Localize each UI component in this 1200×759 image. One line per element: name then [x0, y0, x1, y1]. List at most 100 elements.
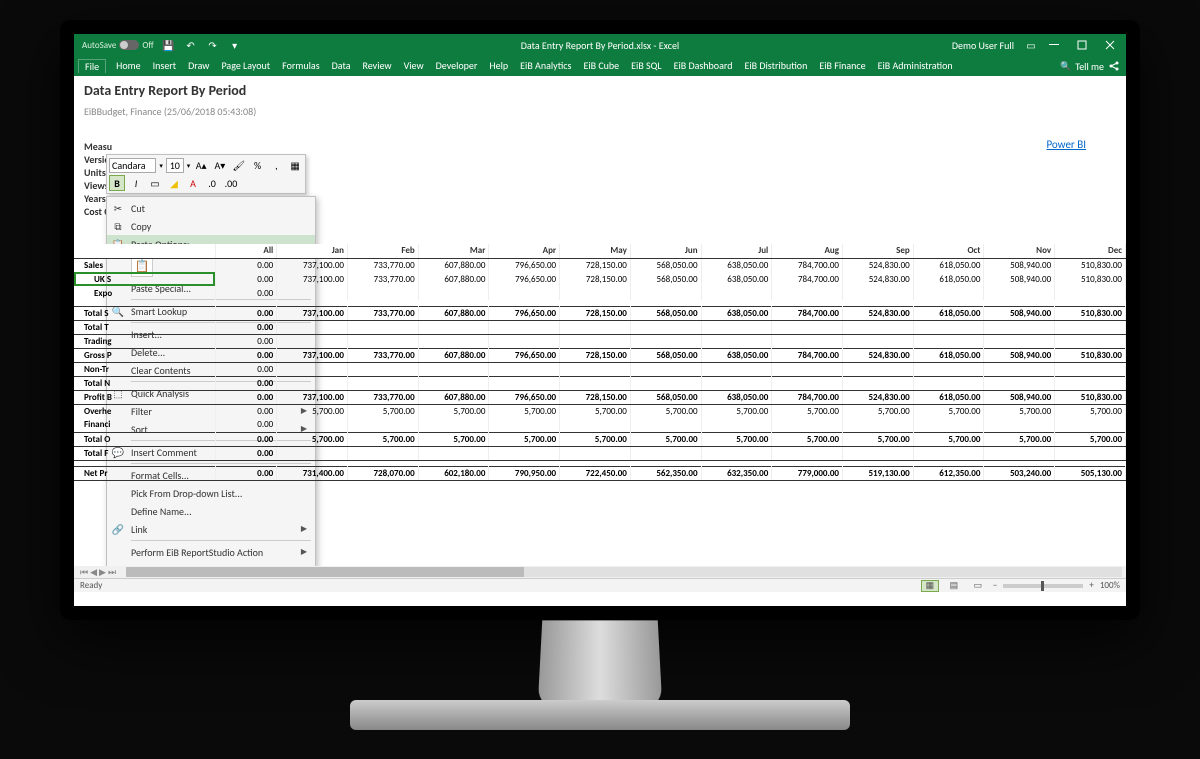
data-cell[interactable]: 737,100.00 — [277, 306, 348, 320]
data-cell[interactable] — [277, 418, 348, 432]
data-cell[interactable]: 733,770.00 — [347, 348, 418, 362]
menu-item-copy[interactable]: ⧉Copy — [107, 217, 315, 235]
data-cell[interactable]: 5,700.00 — [277, 404, 348, 418]
horizontal-scrollbar[interactable] — [126, 567, 1122, 577]
data-cell[interactable] — [913, 446, 984, 460]
data-cell[interactable]: 5,700.00 — [701, 432, 772, 446]
data-cell[interactable] — [630, 286, 701, 300]
data-cell[interactable]: 503,240.00 — [984, 466, 1055, 480]
data-cell[interactable]: 568,050.00 — [630, 258, 701, 272]
ribbon-tab-data[interactable]: Data — [326, 59, 357, 72]
data-cell[interactable] — [277, 286, 348, 300]
data-cell[interactable]: 5,700.00 — [347, 404, 418, 418]
data-cell[interactable] — [489, 286, 560, 300]
data-cell[interactable]: 607,880.00 — [418, 272, 489, 286]
data-cell[interactable] — [630, 446, 701, 460]
data-cell[interactable]: 0.00 — [215, 334, 276, 348]
data-cell[interactable] — [701, 446, 772, 460]
data-cell[interactable]: 568,050.00 — [630, 390, 701, 404]
ribbon-tab-eib-administration[interactable]: EiB Administration — [872, 59, 959, 72]
data-cell[interactable]: 5,700.00 — [843, 404, 914, 418]
data-cell[interactable] — [418, 446, 489, 460]
data-cell[interactable]: 508,940.00 — [984, 390, 1055, 404]
data-cell[interactable] — [560, 286, 631, 300]
data-cell[interactable]: 5,700.00 — [772, 404, 843, 418]
sheet-nav-prev-icon[interactable]: ◀ — [90, 567, 97, 578]
data-cell[interactable]: 0.00 — [215, 404, 276, 418]
font-color-icon[interactable]: A — [185, 175, 201, 191]
ribbon-tab-eib-cube[interactable]: EiB Cube — [577, 59, 625, 72]
data-cell[interactable]: 0.00 — [215, 418, 276, 432]
data-cell[interactable] — [418, 334, 489, 348]
data-cell[interactable] — [418, 362, 489, 376]
data-cell[interactable]: 510,830.00 — [1055, 272, 1126, 286]
data-cell[interactable] — [1055, 362, 1126, 376]
autosave-toggle[interactable]: AutoSave Off — [82, 40, 154, 51]
data-cell[interactable]: 784,700.00 — [772, 306, 843, 320]
zoom-in-button[interactable]: + — [1089, 580, 1093, 591]
qat-more-icon[interactable]: ▾ — [228, 38, 242, 52]
ribbon-tab-eib-finance[interactable]: EiB Finance — [813, 59, 871, 72]
zoom-slider[interactable] — [1003, 584, 1083, 588]
data-cell[interactable]: 5,700.00 — [984, 404, 1055, 418]
data-cell[interactable]: 796,650.00 — [489, 348, 560, 362]
data-cell[interactable]: 0.00 — [215, 286, 276, 300]
sheet-nav-first-icon[interactable]: ⏮ — [80, 567, 88, 578]
data-cell[interactable]: 510,830.00 — [1055, 306, 1126, 320]
data-cell[interactable]: 784,700.00 — [772, 348, 843, 362]
data-cell[interactable]: 5,700.00 — [560, 432, 631, 446]
data-cell[interactable]: 0.00 — [215, 272, 276, 286]
data-cell[interactable]: 0.00 — [215, 348, 276, 362]
page-break-view-button[interactable]: ▭ — [969, 580, 987, 592]
data-cell[interactable]: 796,650.00 — [489, 272, 560, 286]
data-cell[interactable] — [772, 446, 843, 460]
data-cell[interactable]: 508,940.00 — [984, 348, 1055, 362]
close-button[interactable] — [1098, 34, 1122, 56]
data-cell[interactable]: 5,700.00 — [418, 404, 489, 418]
data-cell[interactable]: 728,150.00 — [560, 258, 631, 272]
data-cell[interactable] — [560, 376, 631, 390]
data-cell[interactable] — [913, 362, 984, 376]
data-cell[interactable] — [630, 418, 701, 432]
data-cell[interactable]: 638,050.00 — [701, 390, 772, 404]
ribbon-tab-home[interactable]: Home — [110, 59, 146, 72]
menu-item-cut[interactable]: ✂Cut — [107, 199, 315, 217]
font-selector[interactable]: Candara — [109, 158, 156, 173]
data-cell[interactable] — [701, 334, 772, 348]
data-cell[interactable]: 737,100.00 — [277, 272, 348, 286]
data-cell[interactable] — [630, 334, 701, 348]
ribbon-tab-eib-sql[interactable]: EiB SQL — [625, 59, 667, 72]
data-cell[interactable]: 5,700.00 — [843, 432, 914, 446]
data-grid[interactable]: AllJanFebMarAprMayJunJulAugSepOctNovDecS… — [74, 244, 1126, 566]
minimize-button[interactable] — [1042, 34, 1066, 56]
data-cell[interactable]: 524,830.00 — [843, 306, 914, 320]
maximize-button[interactable] — [1070, 34, 1094, 56]
data-cell[interactable]: 790,950.00 — [489, 466, 560, 480]
italic-button[interactable]: I — [128, 175, 144, 191]
page-layout-view-button[interactable]: ▤ — [945, 580, 963, 592]
data-cell[interactable] — [1055, 286, 1126, 300]
data-cell[interactable] — [347, 320, 418, 334]
data-cell[interactable]: 510,830.00 — [1055, 348, 1126, 362]
data-cell[interactable] — [418, 418, 489, 432]
data-cell[interactable]: 784,700.00 — [772, 272, 843, 286]
data-cell[interactable] — [630, 376, 701, 390]
data-cell[interactable] — [277, 376, 348, 390]
data-cell[interactable]: 618,050.00 — [913, 306, 984, 320]
data-cell[interactable]: 632,350.00 — [701, 466, 772, 480]
data-cell[interactable]: 733,770.00 — [347, 258, 418, 272]
sheet-nav-next-icon[interactable]: ▶ — [99, 567, 106, 578]
data-cell[interactable]: 5,700.00 — [701, 404, 772, 418]
data-cell[interactable] — [1055, 446, 1126, 460]
merge-icon[interactable]: ▦ — [287, 157, 303, 173]
data-cell[interactable]: 638,050.00 — [701, 258, 772, 272]
data-cell[interactable]: 505,130.00 — [1055, 466, 1126, 480]
data-cell[interactable]: 796,650.00 — [489, 306, 560, 320]
data-cell[interactable] — [772, 320, 843, 334]
data-cell[interactable] — [347, 362, 418, 376]
data-cell[interactable] — [843, 446, 914, 460]
ribbon-tab-page-layout[interactable]: Page Layout — [215, 59, 276, 72]
bold-button[interactable]: B — [109, 175, 125, 191]
data-cell[interactable] — [843, 362, 914, 376]
data-cell[interactable] — [347, 286, 418, 300]
